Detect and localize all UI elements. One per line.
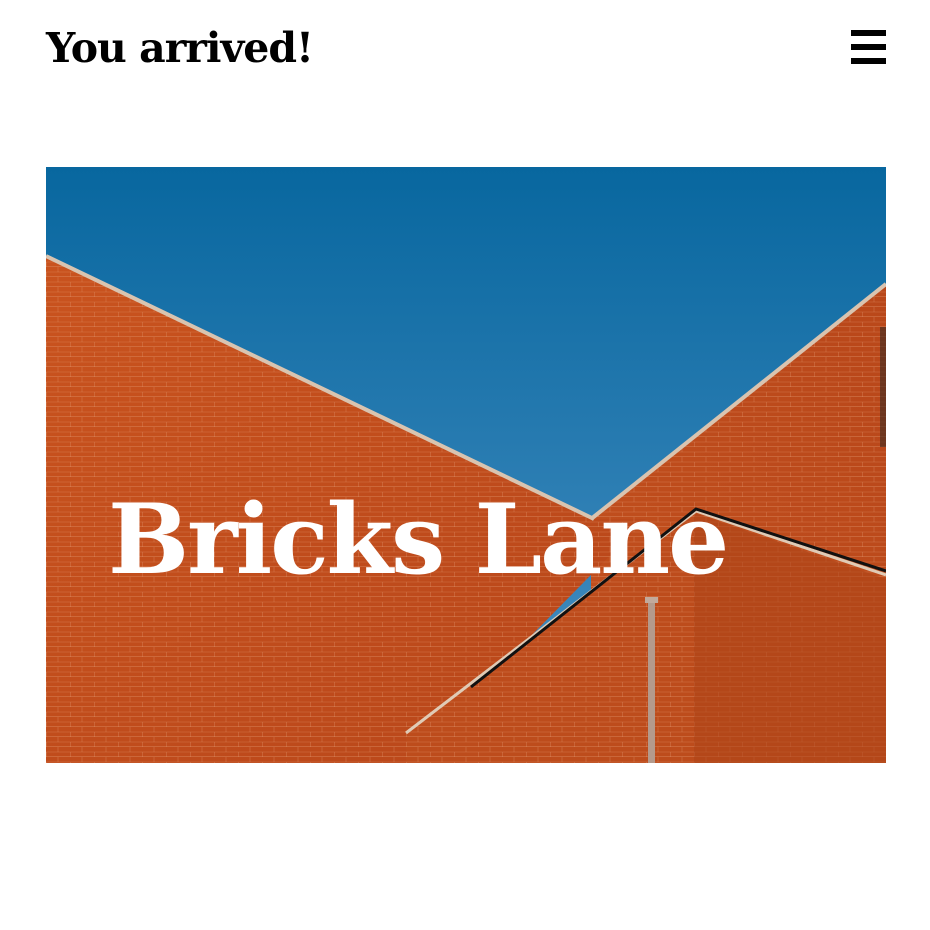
site-header: You arrived!: [46, 18, 886, 78]
hero-image: [46, 167, 886, 763]
menu-bar: [851, 44, 886, 50]
site-title[interactable]: You arrived!: [46, 22, 314, 74]
hero-title: Bricks Lane: [108, 483, 729, 596]
menu-bar: [851, 58, 886, 64]
hero-banner: Bricks Lane: [46, 167, 886, 763]
menu-bar: [851, 30, 886, 36]
hamburger-menu-icon[interactable]: [851, 28, 886, 66]
